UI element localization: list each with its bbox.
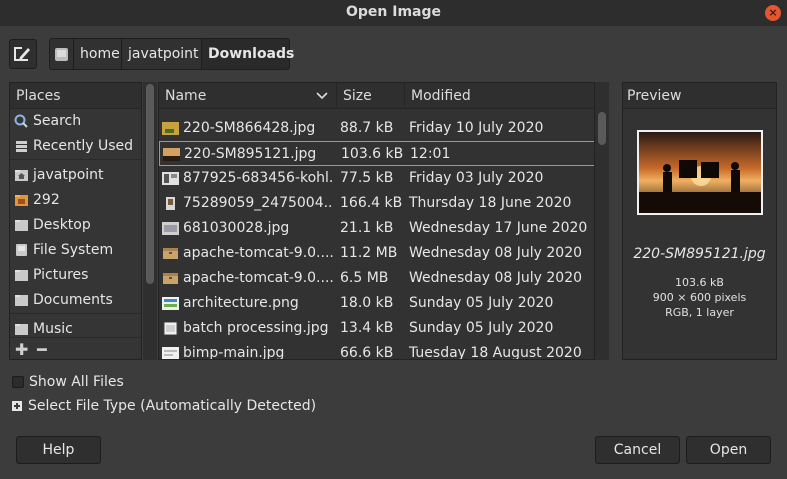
place-label: Search bbox=[33, 113, 82, 129]
image-file-icon bbox=[163, 148, 180, 161]
place-label: Pictures bbox=[33, 267, 89, 283]
image-file-icon bbox=[162, 172, 179, 185]
desktop-icon bbox=[15, 220, 28, 231]
close-icon[interactable]: × bbox=[765, 5, 781, 21]
places-header: Places bbox=[10, 83, 141, 109]
image-file-icon bbox=[162, 122, 179, 135]
places-scrollbar[interactable] bbox=[143, 82, 157, 360]
image-file-icon bbox=[162, 222, 179, 235]
help-button[interactable]: Help bbox=[16, 436, 101, 464]
place-292[interactable]: 292 bbox=[10, 188, 141, 212]
preview-pane: Preview 220-SM895121.jpg 103.6 kB 900 × bbox=[622, 82, 777, 360]
folder-icon bbox=[15, 324, 28, 335]
place-label: Recently Used bbox=[33, 138, 134, 154]
breadcrumb-home[interactable]: home bbox=[73, 38, 122, 70]
file-row[interactable]: 877925-683456-kohl... 77.5 kB Friday 03 … bbox=[159, 166, 594, 191]
preview-image bbox=[639, 132, 761, 213]
preview-mode: RGB, 1 layer bbox=[665, 306, 734, 319]
places-divider bbox=[10, 159, 141, 160]
breadcrumb-drive[interactable] bbox=[49, 38, 74, 70]
file-list-scrollbar[interactable] bbox=[595, 82, 609, 360]
place-label: Music bbox=[33, 321, 73, 337]
file-row[interactable]: batch processing.jpg 13.4 kB Sunday 05 J… bbox=[159, 316, 594, 341]
folder-icon bbox=[15, 270, 28, 281]
scrollbar-thumb[interactable] bbox=[146, 84, 154, 284]
scrollbar-thumb[interactable] bbox=[598, 112, 606, 145]
column-header-name[interactable]: Name bbox=[159, 83, 337, 109]
recent-icon bbox=[16, 141, 27, 152]
file-row[interactable]: 75289059_2475004... 166.4 kB Thursday 18… bbox=[159, 191, 594, 216]
chevron-down-icon bbox=[316, 92, 328, 100]
place-label: javatpoint bbox=[33, 167, 104, 183]
file-row[interactable]: apache-tomcat-9.0.... 6.5 MB Wednesday 0… bbox=[159, 266, 594, 291]
select-file-type-expander[interactable]: Select File Type (Automatically Detected… bbox=[12, 398, 316, 414]
places-footer: ✚ ━ bbox=[10, 337, 141, 359]
breadcrumb-downloads[interactable]: Downloads bbox=[201, 38, 294, 70]
drive-icon bbox=[55, 47, 68, 61]
remove-bookmark-icon[interactable]: ━ bbox=[37, 340, 47, 359]
open-button[interactable]: Open bbox=[686, 436, 771, 464]
file-row-selected[interactable]: 220-SM895121.jpg 103.6 kB 12:01 bbox=[159, 141, 594, 166]
place-documents[interactable]: Documents bbox=[10, 288, 141, 312]
folder-icon bbox=[15, 295, 28, 306]
select-file-type-label: Select File Type (Automatically Detected… bbox=[28, 398, 317, 414]
type-location-button[interactable] bbox=[9, 39, 37, 69]
archive-icon bbox=[163, 273, 178, 284]
preview-size: 103.6 kB bbox=[675, 276, 724, 289]
place-file-system[interactable]: File System bbox=[10, 238, 141, 262]
place-label: 292 bbox=[33, 192, 60, 208]
places-divider bbox=[10, 313, 141, 314]
file-row[interactable]: bimp-main.jpg 66.6 kB Tuesday 18 August … bbox=[159, 341, 594, 359]
file-row[interactable]: apache-tomcat-9.0.... 11.2 MB Wednesday … bbox=[159, 241, 594, 266]
show-all-files-checkbox[interactable] bbox=[12, 376, 24, 388]
folder-icon bbox=[15, 195, 28, 206]
breadcrumb-javatpoint[interactable]: javatpoint bbox=[121, 38, 202, 70]
archive-icon bbox=[163, 248, 178, 259]
preview-dimensions: 900 × 600 pixels bbox=[652, 291, 747, 304]
image-file-icon bbox=[162, 297, 179, 310]
window-title: Open Image bbox=[345, 4, 442, 20]
file-row[interactable]: 220-SM866428.jpg 88.7 kB Friday 10 July … bbox=[159, 116, 594, 141]
file-row[interactable]: 681030028.jpg 21.1 kB Wednesday 17 June … bbox=[159, 216, 594, 241]
column-header-size[interactable]: Size bbox=[337, 83, 405, 109]
place-label: Desktop bbox=[33, 217, 91, 233]
preview-thumbnail bbox=[637, 130, 763, 215]
plus-icon bbox=[12, 401, 22, 411]
edit-location-icon bbox=[14, 47, 30, 61]
show-all-files-option[interactable]: Show All Files bbox=[12, 374, 124, 390]
folder-home-icon bbox=[15, 170, 28, 181]
add-bookmark-icon[interactable]: ✚ bbox=[15, 340, 28, 359]
cancel-button[interactable]: Cancel bbox=[595, 436, 680, 464]
place-recently-used[interactable]: Recently Used bbox=[10, 134, 141, 158]
place-javatpoint[interactable]: javatpoint bbox=[10, 163, 141, 187]
place-search[interactable]: Search bbox=[10, 109, 141, 133]
image-file-icon bbox=[163, 322, 178, 335]
preview-header: Preview bbox=[623, 83, 776, 109]
place-label: Documents bbox=[33, 292, 113, 308]
places-sidebar: Places Search Recently Used javatpoint 2… bbox=[9, 82, 142, 360]
place-pictures[interactable]: Pictures bbox=[10, 263, 141, 287]
title-bar: Open Image × bbox=[0, 0, 787, 26]
drive-icon bbox=[16, 244, 27, 256]
preview-filename: 220-SM895121.jpg bbox=[633, 246, 766, 262]
search-icon bbox=[14, 114, 28, 128]
show-all-files-label: Show All Files bbox=[29, 374, 124, 390]
file-list: Name Size Modified 220-SM866428.jpg 88.7… bbox=[158, 82, 595, 360]
image-file-icon bbox=[162, 347, 179, 359]
column-header-modified[interactable]: Modified bbox=[405, 83, 594, 109]
place-desktop[interactable]: Desktop bbox=[10, 213, 141, 237]
file-row[interactable]: architecture.png 18.0 kB Sunday 05 July … bbox=[159, 291, 594, 316]
image-file-icon bbox=[166, 197, 175, 210]
place-label: File System bbox=[33, 242, 114, 258]
